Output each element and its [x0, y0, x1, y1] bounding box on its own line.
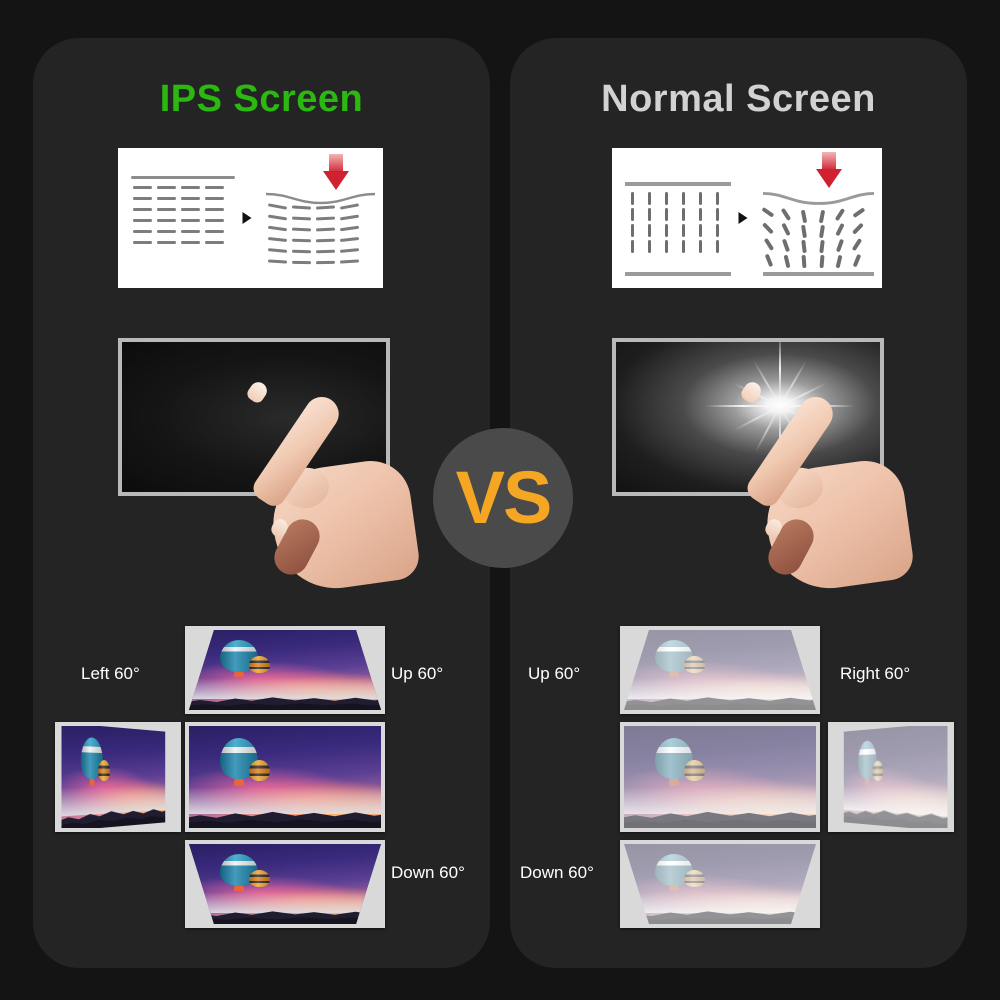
normal-crystals-before — [623, 148, 734, 288]
balloon-sunset-artwork — [624, 726, 816, 828]
pressure-down-arrow-icon — [816, 152, 843, 188]
ips-angle-left-tile — [55, 722, 181, 832]
play-triangle-icon — [738, 212, 748, 224]
normal-angle-front-tile — [620, 722, 820, 832]
balloon-sunset-artwork — [61, 726, 166, 828]
balloon-sunset-artwork — [843, 726, 948, 828]
normal-label-down: Down 60° — [520, 863, 594, 882]
ips-angle-down-tile — [185, 840, 385, 928]
ips-crystals-after — [264, 148, 378, 288]
ips-angle-up-tile — [185, 626, 385, 714]
ips-panel-title: IPS Screen — [159, 78, 364, 120]
ips-angle-front-tile — [185, 722, 385, 832]
normal-panel-title: Normal Screen — [601, 78, 876, 120]
comparison-infographic: IPS Screen Normal Screen VS Left 60° Up … — [0, 0, 1000, 1000]
balloon-sunset-artwork — [624, 844, 816, 924]
balloon-sunset-artwork — [189, 844, 381, 924]
balloon-sunset-artwork — [189, 630, 381, 710]
normal-touch-demo — [612, 338, 916, 597]
versus-label: VS — [455, 456, 553, 539]
pointing-finger-icon — [730, 373, 916, 597]
balloon-sunset-artwork — [189, 726, 381, 828]
play-triangle-icon — [242, 212, 252, 224]
ips-label-down: Down 60° — [391, 863, 465, 882]
normal-viewing-angles: Up 60° Right 60° Down 60° — [510, 620, 967, 930]
normal-pressure-diagram — [612, 148, 882, 288]
normal-angle-up-tile — [620, 626, 820, 714]
ips-pressure-diagram — [118, 148, 383, 288]
ips-label-up: Up 60° — [391, 664, 444, 683]
normal-crystals-after — [760, 148, 877, 288]
normal-label-right: Right 60° — [840, 664, 911, 683]
ips-crystals-before — [129, 148, 238, 288]
pressure-down-arrow-icon — [323, 154, 349, 190]
ips-touch-demo — [118, 338, 422, 597]
versus-badge: VS — [433, 428, 573, 568]
normal-label-up: Up 60° — [528, 664, 581, 683]
balloon-sunset-artwork — [624, 630, 816, 710]
normal-angle-right-tile — [828, 722, 954, 832]
normal-angle-down-tile — [620, 840, 820, 928]
ips-label-left: Left 60° — [81, 664, 140, 683]
pointing-finger-icon — [236, 373, 422, 597]
ips-viewing-angles: Left 60° Up 60° Down 60° — [33, 620, 490, 930]
